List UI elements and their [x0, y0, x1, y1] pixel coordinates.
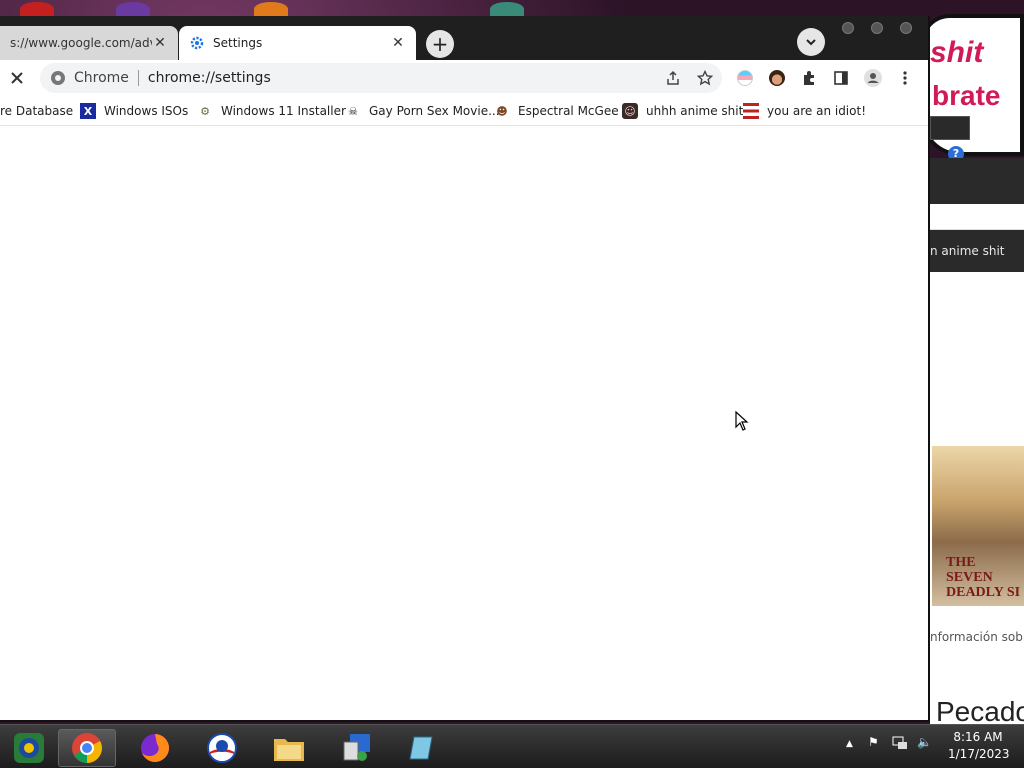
- minimize-button[interactable]: [842, 22, 854, 34]
- omnibox-url[interactable]: chrome://settings: [148, 70, 271, 86]
- avatar-extension-icon[interactable]: [763, 64, 791, 92]
- taskbar-chrome[interactable]: [58, 729, 116, 767]
- omnibox-separator: [137, 70, 139, 86]
- maximize-button[interactable]: [871, 22, 883, 34]
- background-heading-text: Pecado: [936, 696, 1024, 724]
- obama-logo-icon: [207, 733, 237, 763]
- bookmark-label: uhhh anime shit: [646, 104, 744, 118]
- bookmark-label: re Database: [0, 104, 74, 118]
- close-window-button[interactable]: [900, 22, 912, 34]
- chrome-logo-icon: [51, 71, 65, 85]
- bookmark-database[interactable]: re Database: [0, 102, 73, 120]
- clock-date: 1/17/2023: [948, 747, 1010, 761]
- character-icon: ☻: [496, 104, 508, 118]
- windows-start-icon: [14, 733, 44, 763]
- browser-toolbar: Chrome chrome://settings: [0, 60, 928, 96]
- bookmark-label: Gay Porn Sex Movie...: [369, 104, 500, 118]
- background-window-titlebar: [930, 116, 970, 140]
- chrome-window[interactable]: s://www.google.com/advanced_ ✕ Settings …: [0, 16, 930, 722]
- chevron-down-icon: [806, 39, 816, 46]
- bookmark-label: you are an idiot!: [767, 104, 866, 118]
- omnibox-site-label: Chrome: [74, 70, 129, 86]
- tab-google-advanced[interactable]: s://www.google.com/advanced_ ✕: [0, 26, 178, 60]
- settings-gear-icon: [189, 35, 205, 51]
- bookmark-espectral-mcgee[interactable]: ☻ Espectral McGee: [494, 102, 619, 120]
- chrome-logo-icon: [72, 733, 102, 763]
- folder-icon: [274, 739, 304, 761]
- desktop-red-icon[interactable]: [20, 2, 54, 16]
- close-icon[interactable]: ✕: [390, 35, 406, 51]
- desktop-orange-icon[interactable]: [254, 2, 288, 16]
- bookmark-anime[interactable]: ☺ uhhh anime shit: [622, 102, 743, 120]
- bookmark-windows-isos[interactable]: X Windows ISOs: [80, 102, 188, 120]
- action-center-flag-icon[interactable]: ⚑: [868, 735, 879, 749]
- desktop-purple-icon[interactable]: [116, 2, 150, 16]
- bookmark-label: Windows 11 Installer: [221, 104, 346, 118]
- close-icon[interactable]: ✕: [152, 35, 168, 51]
- bookmark-label: Windows ISOs: [104, 104, 189, 118]
- tab-title: Settings: [213, 36, 263, 50]
- bookmark-windows-11-installer[interactable]: ⚙ Windows 11 Installer: [197, 102, 346, 120]
- show-hidden-icons-icon[interactable]: ▲: [846, 739, 853, 749]
- sticker-text-line2: brate: [932, 80, 1001, 111]
- clock-time: 8:16 AM: [953, 730, 1003, 744]
- background-browser-window[interactable]: n anime shit THE SEVEN DEADLY SI nformac…: [930, 158, 1024, 724]
- trans-flag-extension-icon[interactable]: [731, 64, 759, 92]
- bookmark-movie[interactable]: ☠ Gay Porn Sex Movie...: [345, 102, 500, 120]
- share-icon[interactable]: [662, 67, 684, 89]
- background-tabstrip: [930, 158, 1024, 204]
- anime-poster-image[interactable]: THE SEVEN DEADLY SI: [932, 446, 1024, 606]
- taskbar-control-panel[interactable]: [327, 729, 385, 767]
- close-icon: [11, 72, 23, 84]
- taskbar-file-explorer[interactable]: [260, 729, 318, 767]
- bookmark-label: Espectral McGee: [518, 104, 619, 118]
- mouse-cursor-icon: [735, 410, 749, 434]
- system-clock[interactable]: 8:16 AM 1/17/2023: [948, 729, 1010, 763]
- taskbar: ▲ ⚑ 🔈 8:16 AM 1/17/2023: [0, 724, 1024, 768]
- address-bar[interactable]: Chrome chrome://settings: [40, 63, 722, 93]
- background-bookmark-label[interactable]: n anime shit: [930, 244, 1005, 258]
- tab-search-button[interactable]: [797, 28, 825, 56]
- desktop-teal-icon[interactable]: [490, 2, 524, 16]
- background-info-text: nformación sobre: [930, 630, 1024, 644]
- background-toolbar: [930, 204, 1024, 272]
- taskbar-firefox[interactable]: [126, 729, 184, 767]
- settings-page-content: [0, 127, 928, 720]
- tab-settings[interactable]: Settings ✕: [179, 26, 416, 60]
- menu-kebab-icon[interactable]: [891, 64, 919, 92]
- bookmark-you-are-an-idiot[interactable]: you are an idiot!: [743, 102, 866, 120]
- notepad-icon: [409, 736, 433, 760]
- bookmark-star-icon[interactable]: [694, 67, 716, 89]
- start-button[interactable]: [0, 729, 58, 767]
- sticker-text-line1: shit: [930, 36, 984, 69]
- extensions-icon[interactable]: [795, 64, 823, 92]
- firefox-icon: [141, 734, 169, 762]
- new-tab-button[interactable]: +: [426, 30, 454, 58]
- profile-icon[interactable]: [859, 64, 887, 92]
- tab-strip: s://www.google.com/advanced_ ✕ Settings …: [0, 16, 928, 60]
- stop-loading-button[interactable]: [3, 64, 31, 92]
- tab-title: s://www.google.com/advanced_: [10, 36, 152, 50]
- flag-icon: [743, 103, 759, 119]
- x-logo-icon: X: [80, 103, 96, 119]
- installer-icon: ⚙: [200, 104, 210, 118]
- control-panel-icon: [343, 734, 370, 761]
- skull-icon: ☠: [348, 104, 358, 118]
- side-panel-icon[interactable]: [827, 64, 855, 92]
- anime-face-icon: ☺: [622, 103, 638, 119]
- taskbar-obama-logo[interactable]: [193, 729, 251, 767]
- bookmarks-bar: re Database X Windows ISOs ⚙ Windows 11 …: [0, 96, 928, 126]
- anime-poster-title: THE SEVEN DEADLY SI: [946, 555, 1021, 600]
- plus-icon: +: [431, 32, 449, 56]
- network-icon[interactable]: [892, 735, 908, 754]
- volume-icon[interactable]: 🔈: [917, 735, 932, 749]
- taskbar-notepad[interactable]: [394, 729, 452, 767]
